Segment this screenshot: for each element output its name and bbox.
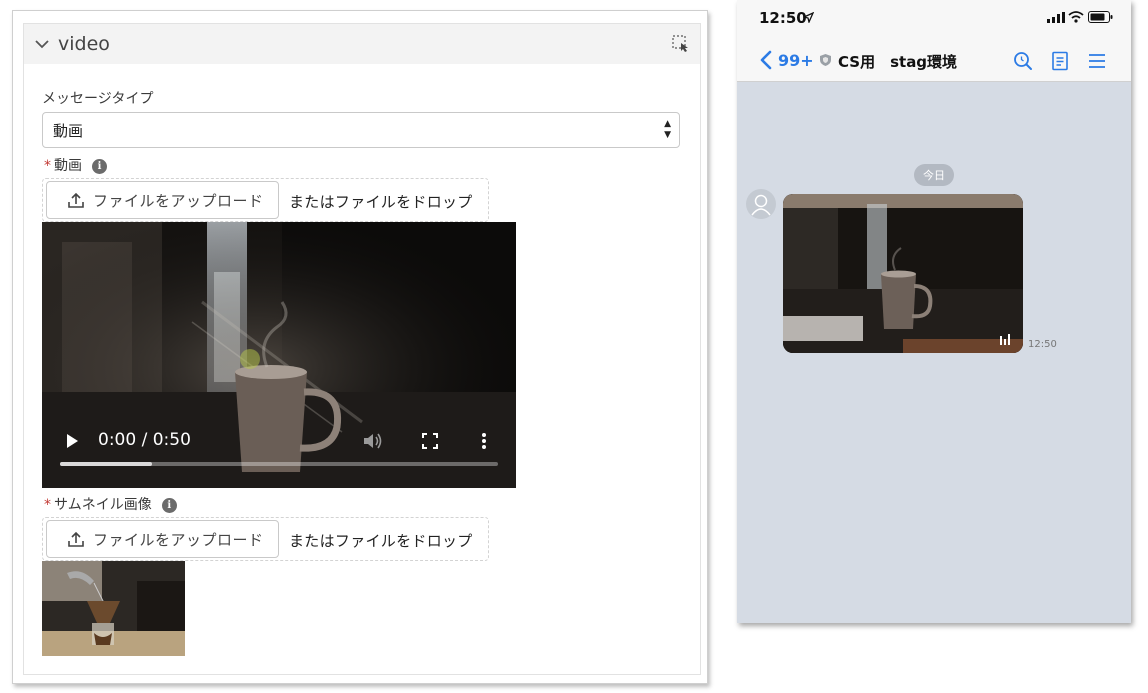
player-controls: 0:00 / 0:50 xyxy=(42,418,516,488)
select-tool-icon[interactable] xyxy=(672,35,690,53)
back-count[interactable]: 99+ xyxy=(778,51,814,70)
required-mark: * xyxy=(44,158,51,174)
fullscreen-icon[interactable] xyxy=(421,432,439,450)
time-display: 0:00 / 0:50 xyxy=(98,430,191,450)
select-arrows-icon: ▲ ▼ xyxy=(664,119,671,140)
stats-icon xyxy=(1000,334,1010,345)
thumbnail-field-label: * サムネイル画像 i xyxy=(44,494,177,514)
message-type-select[interactable]: 動画 ▲ ▼ xyxy=(42,112,680,148)
video-message-frame xyxy=(783,194,1023,353)
chat-nav-bar: 99+ CS用 stag環境 xyxy=(737,36,1131,82)
thumbnail-image xyxy=(42,561,185,656)
upload-icon xyxy=(68,531,84,547)
play-icon[interactable] xyxy=(64,432,80,450)
phone-screen: 12:50 99+ CS用 stag環境 今日 12:50 xyxy=(737,0,1131,623)
chevron-down-icon[interactable] xyxy=(34,36,50,52)
message-type-value: 動画 xyxy=(53,121,84,140)
thumbnail-dropzone[interactable]: ファイルをアップロード またはファイルをドロップ xyxy=(42,517,489,561)
progress-bar[interactable] xyxy=(60,462,498,466)
signal-icon xyxy=(1047,12,1065,23)
progress-fill xyxy=(60,462,152,466)
video-section: video メッセージタイプ 動画 ▲ ▼ * 動画 i ファイルをアップロード… xyxy=(23,23,701,675)
status-bar: 12:50 xyxy=(737,0,1131,36)
video-label-text: 動画 xyxy=(54,158,82,174)
chat-title: CS用 stag環境 xyxy=(838,53,958,71)
required-mark: * xyxy=(44,497,51,513)
drop-text: またはファイルをドロップ xyxy=(289,532,473,550)
volume-icon[interactable] xyxy=(362,431,384,451)
section-title: video xyxy=(58,33,110,55)
search-icon[interactable] xyxy=(1013,51,1033,71)
message-type-label: メッセージタイプ xyxy=(42,91,154,107)
avatar-icon[interactable] xyxy=(746,189,776,219)
message-time: 12:50 xyxy=(1028,339,1057,350)
battery-icon xyxy=(1088,11,1113,23)
video-player[interactable]: 0:00 / 0:50 xyxy=(42,222,516,488)
form-panel: video メッセージタイプ 動画 ▲ ▼ * 動画 i ファイルをアップロード… xyxy=(12,10,708,684)
section-header[interactable]: video xyxy=(24,24,700,64)
thumbnail-label-text: サムネイル画像 xyxy=(54,497,152,513)
location-arrow-icon xyxy=(803,12,814,23)
upload-button-label: ファイルをアップロード xyxy=(93,191,264,210)
menu-icon[interactable] xyxy=(1087,51,1107,71)
more-vert-icon[interactable] xyxy=(480,432,488,450)
upload-icon xyxy=(68,192,84,208)
video-upload-button[interactable]: ファイルをアップロード xyxy=(46,181,279,219)
video-field-label: * 動画 i xyxy=(44,155,107,175)
drop-text: またはファイルをドロップ xyxy=(289,193,473,211)
video-message[interactable] xyxy=(783,194,1023,353)
info-icon[interactable]: i xyxy=(161,498,177,513)
notes-icon[interactable] xyxy=(1050,51,1070,71)
info-icon[interactable]: i xyxy=(92,159,107,174)
date-badge: 今日 xyxy=(914,164,954,186)
video-dropzone[interactable]: ファイルをアップロード またはファイルをドロップ xyxy=(42,178,489,222)
shield-icon xyxy=(820,54,831,66)
status-time: 12:50 xyxy=(759,9,807,27)
back-chevron-icon[interactable] xyxy=(759,50,773,70)
thumbnail-picture xyxy=(42,561,185,656)
thumbnail-upload-button[interactable]: ファイルをアップロード xyxy=(46,520,279,558)
wifi-icon xyxy=(1068,11,1084,23)
upload-button-label: ファイルをアップロード xyxy=(93,530,264,549)
